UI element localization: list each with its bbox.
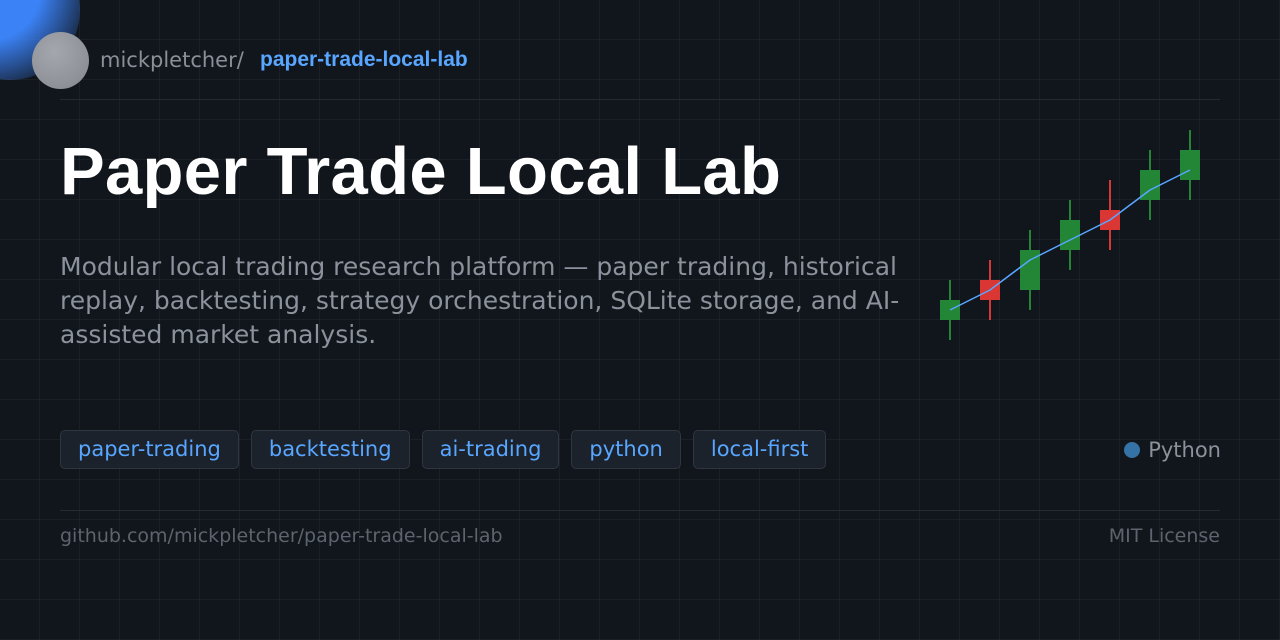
repo-owner[interactable]: mickpletcher/ <box>100 48 244 72</box>
repo-name[interactable]: paper-trade-local-lab <box>260 48 468 72</box>
candle-body <box>1060 220 1080 250</box>
footer-divider <box>60 510 1220 511</box>
avatar[interactable] <box>32 32 89 89</box>
candlestick-chart <box>940 130 1200 340</box>
topic-tags: paper-trading backtesting ai-trading python… <box>60 430 827 469</box>
candle-body <box>1180 150 1200 180</box>
page-title: Paper Trade Local Lab <box>60 134 782 209</box>
header-divider <box>60 99 1220 100</box>
topic-tag-ai-trading[interactable]: ai-trading <box>421 430 560 469</box>
social-preview-card: mickpletcher/ paper-trade-local-lab Pape… <box>0 0 1280 640</box>
language-name: Python <box>1148 438 1221 462</box>
topic-tag-backtesting[interactable]: backtesting <box>250 430 410 469</box>
topic-tag-local-first[interactable]: local-first <box>692 430 827 469</box>
topic-tag-python[interactable]: python <box>571 430 681 469</box>
language-color-dot <box>1124 442 1141 458</box>
repo-description: Modular local trading research platform … <box>60 252 900 349</box>
topic-tag-paper-trading[interactable]: paper-trading <box>60 430 239 469</box>
repo-url[interactable]: github.com/mickpletcher/paper-trade-loca… <box>60 525 503 547</box>
language-indicator: Python <box>1124 438 1221 462</box>
license-label: MIT License <box>1108 525 1220 547</box>
